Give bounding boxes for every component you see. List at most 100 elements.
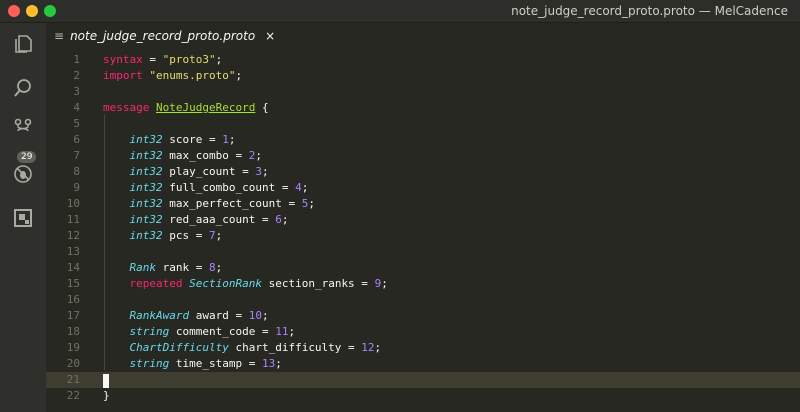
extensions-icon[interactable]: [10, 205, 36, 231]
code-token: ;: [228, 133, 236, 146]
code-line[interactable]: 10 int32 max_perfect_count = 5;: [46, 196, 800, 212]
code-editor[interactable]: 1 syntax = "proto3"; 2 import "enums.proto"…: [46, 50, 800, 412]
code-token: int32: [129, 165, 163, 178]
tab-proto-file[interactable]: ≡ note_judge_record_proto.proto ×: [54, 27, 275, 45]
line-code: int32 full_combo_count = 4;: [103, 180, 309, 196]
code-token: string: [129, 325, 170, 338]
code-token: ;: [215, 53, 223, 66]
line-number: 14: [66, 261, 80, 274]
code-line[interactable]: 13: [46, 244, 800, 260]
window-title: note_judge_record_proto.proto — MelCaden…: [511, 4, 788, 18]
source-control-icon[interactable]: [10, 115, 36, 141]
line-number: 6: [73, 133, 80, 146]
code-line[interactable]: 20 string time_stamp = 13;: [46, 356, 800, 372]
line-number: 11: [66, 213, 80, 226]
line-code: int32 max_combo = 2;: [103, 148, 262, 164]
code-line[interactable]: 1 syntax = "proto3";: [46, 52, 800, 68]
code-line[interactable]: 15 repeated SectionRank section_ranks = …: [46, 276, 800, 292]
line-number: 4: [73, 101, 80, 114]
title-bar: note_judge_record_proto.proto — MelCaden…: [0, 0, 800, 23]
code-line[interactable]: 22}: [46, 388, 800, 404]
code-line[interactable]: 2 import "enums.proto";: [46, 68, 800, 84]
code-token: 3: [255, 165, 262, 178]
code-token: ;: [255, 149, 262, 162]
code-token: 1: [222, 133, 229, 146]
line-code: Rank rank = 8;: [103, 260, 223, 276]
tab-close-button[interactable]: ×: [265, 29, 275, 43]
code-line[interactable]: 16: [46, 292, 800, 308]
code-token: int32: [129, 229, 163, 242]
line-code: int32 pcs = 7;: [103, 228, 223, 244]
code-token: red_aaa_count =: [162, 213, 276, 226]
code-token: int32: [129, 213, 163, 226]
code-token: repeated: [129, 277, 183, 290]
code-line[interactable]: 9 int32 full_combo_count = 4;: [46, 180, 800, 196]
code-token: 7: [208, 229, 216, 242]
tab-label: note_judge_record_proto.proto: [70, 29, 256, 43]
code-line[interactable]: 8 int32 play_count = 3;: [46, 164, 800, 180]
code-line[interactable]: 18 string comment_code = 11;: [46, 324, 800, 340]
code-line[interactable]: 6 int32 score = 1;: [46, 132, 800, 148]
search-icon[interactable]: [10, 75, 36, 101]
code-line[interactable]: 4 message NoteJudgeRecord {: [46, 100, 800, 116]
line-code: string time_stamp = 13;: [103, 356, 282, 372]
code-token: ;: [288, 325, 296, 338]
code-line[interactable]: 17 RankAward award = 10;: [46, 308, 800, 324]
code-token: SectionRank: [189, 277, 262, 290]
code-line[interactable]: 14 Rank rank = 8;: [46, 260, 800, 276]
code-token: int32: [129, 181, 163, 194]
code-token: comment_code =: [169, 325, 276, 338]
line-number: 21: [66, 373, 80, 386]
minimize-window-button[interactable]: [26, 5, 38, 17]
code-line[interactable]: 11 int32 red_aaa_count = 6;: [46, 212, 800, 228]
code-line[interactable]: 7 int32 max_combo = 2;: [46, 148, 800, 164]
line-code: }: [103, 388, 110, 404]
code-token: NoteJudgeRecord: [155, 101, 256, 114]
files-icon[interactable]: [10, 31, 36, 57]
code-line[interactable]: 21: [46, 372, 800, 388]
code-token: play_count =: [162, 165, 256, 178]
code-line[interactable]: 12 int32 pcs = 7;: [46, 228, 800, 244]
code-token: chart_difficulty =: [228, 341, 362, 354]
code-token: 13: [261, 357, 276, 370]
debug-icon[interactable]: [10, 161, 36, 187]
code-token: string: [129, 357, 170, 370]
code-token: 11: [275, 325, 289, 338]
maximize-window-button[interactable]: [44, 5, 56, 17]
code-line[interactable]: 19 ChartDifficulty chart_difficulty = 12…: [46, 340, 800, 356]
line-code: ChartDifficulty chart_difficulty = 12;: [103, 340, 382, 356]
line-number: 15: [66, 277, 80, 290]
close-window-button[interactable]: [8, 5, 20, 17]
code-token: score =: [162, 133, 223, 146]
line-code: RankAward award = 10;: [103, 308, 269, 324]
code-token: 6: [275, 213, 282, 226]
code-token: int32: [129, 149, 163, 162]
line-code: syntax = "proto3";: [103, 52, 222, 68]
code-token: ;: [215, 229, 223, 242]
code-line[interactable]: 3: [46, 84, 800, 100]
line-number: 20: [66, 357, 80, 370]
editor-window: note_judge_record_proto.proto — MelCaden…: [0, 0, 800, 412]
activity-bar: 29: [0, 23, 46, 412]
line-code: repeated SectionRank section_ranks = 9;: [103, 276, 388, 292]
code-token: max_combo =: [162, 149, 249, 162]
code-token: 8: [208, 261, 216, 274]
tab-bar: ≡ note_judge_record_proto.proto ×: [46, 23, 800, 49]
text-cursor: [103, 374, 109, 388]
file-lines-icon: ≡: [54, 29, 65, 43]
code-token: message: [103, 101, 150, 114]
line-number: 12: [66, 229, 80, 242]
code-token: import: [103, 69, 143, 82]
code-line[interactable]: 5: [46, 116, 800, 132]
